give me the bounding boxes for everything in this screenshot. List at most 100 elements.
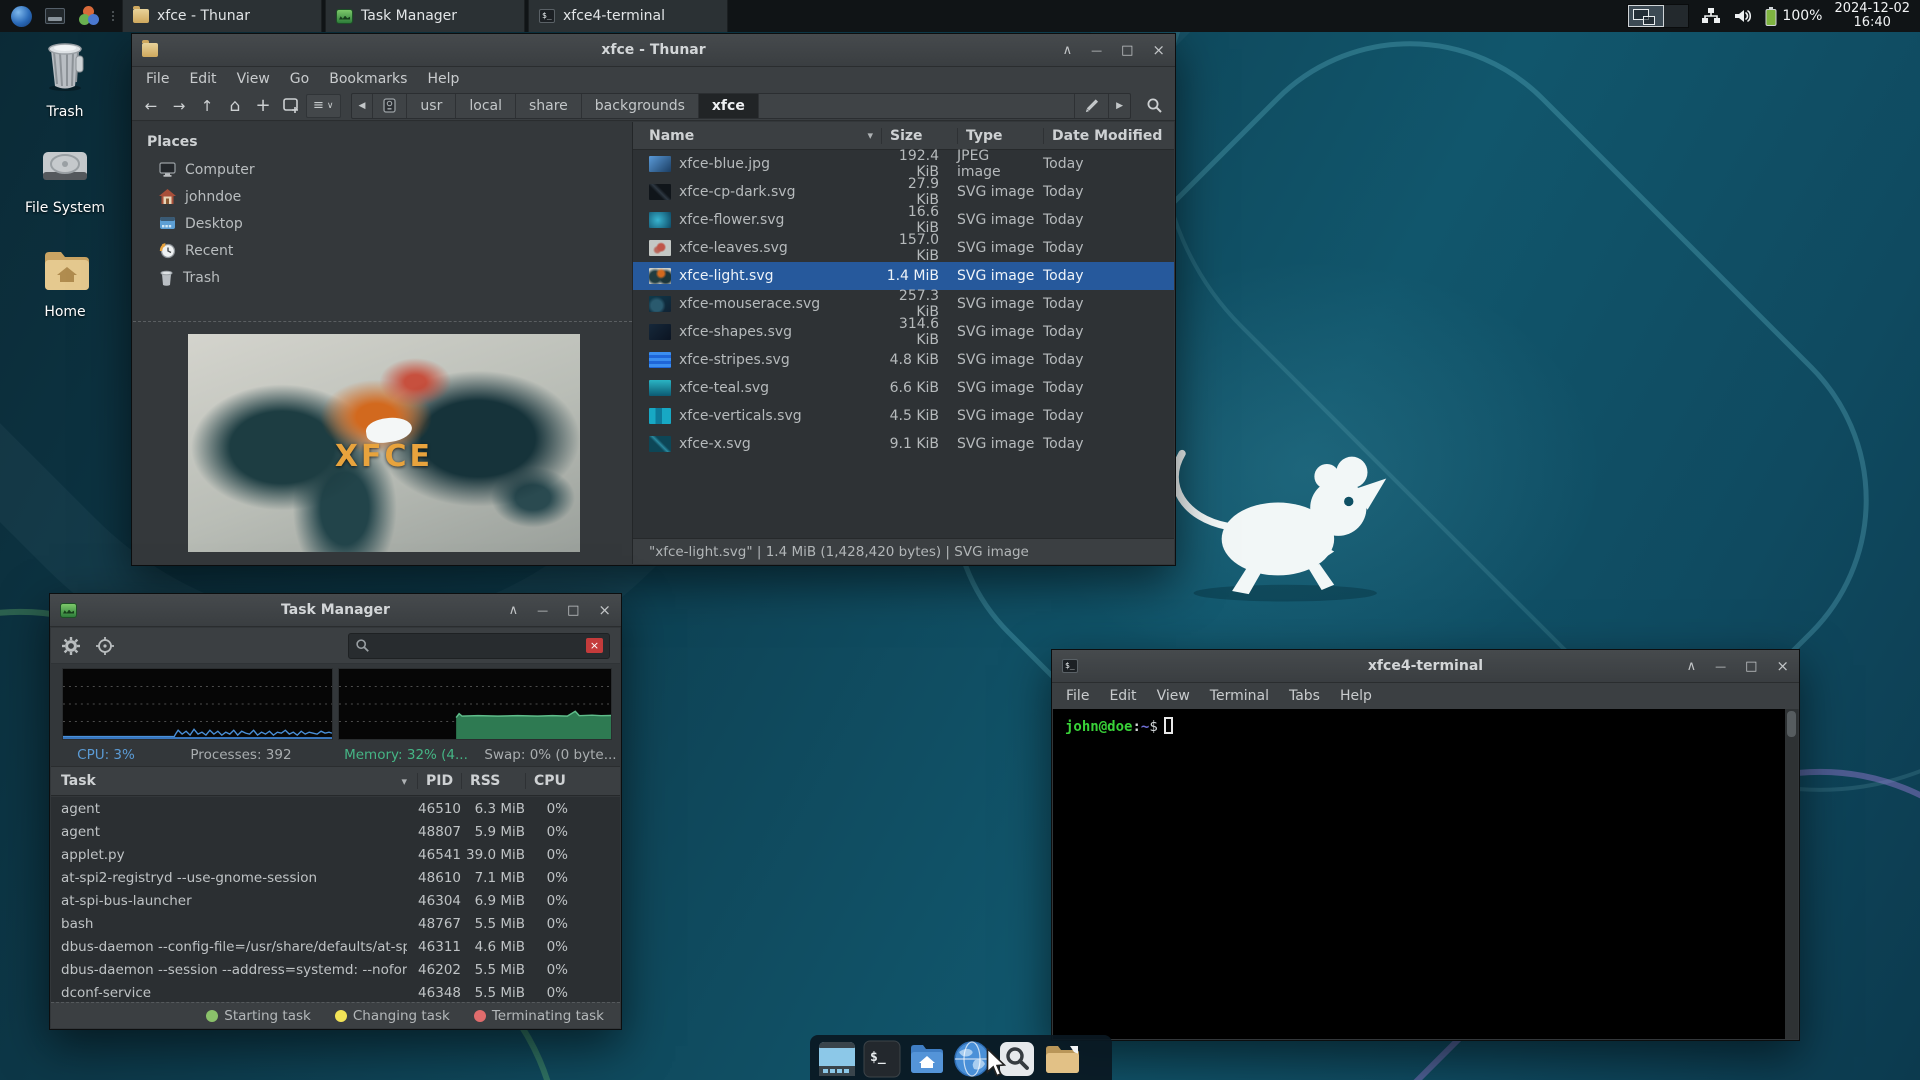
process-row[interactable]: agent 46510 6.3 MiB 0%: [51, 797, 620, 820]
close-button[interactable]: ×: [598, 594, 611, 627]
display-launcher-icon[interactable]: [42, 3, 68, 29]
file-row[interactable]: xfce-stripes.svg 4.8 KiB SVG image Today: [633, 346, 1174, 374]
place-desktop[interactable]: Desktop: [133, 210, 632, 237]
browser-launcher-icon[interactable]: [8, 3, 34, 29]
column-pid[interactable]: PID: [417, 773, 461, 789]
battery-indicator[interactable]: 100%: [1765, 6, 1822, 26]
menu-bookmarks[interactable]: Bookmarks: [321, 69, 415, 89]
workspace-switcher[interactable]: [1627, 4, 1690, 28]
taskbar-button-thunar[interactable]: xfce - Thunar: [122, 0, 322, 32]
column-rss[interactable]: RSS: [461, 773, 525, 789]
search-input[interactable]: [376, 637, 580, 654]
place-home[interactable]: johndoe: [133, 183, 632, 210]
place-trash[interactable]: Trash: [133, 264, 632, 291]
process-row[interactable]: at-spi-bus-launcher 46304 6.9 MiB 0%: [51, 889, 620, 912]
path-segment-current[interactable]: xfce: [698, 93, 759, 118]
maximize-button[interactable]: □: [567, 594, 579, 627]
process-row[interactable]: dconf-service 46348 5.5 MiB 0%: [51, 981, 620, 1002]
taskmanager-titlebar[interactable]: Task Manager ∧ — □ ×: [50, 594, 621, 627]
network-icon[interactable]: [1701, 7, 1721, 25]
path-segment[interactable]: local: [456, 93, 516, 118]
place-computer[interactable]: Computer: [133, 156, 632, 183]
path-scroll-right-icon[interactable]: ▶: [1109, 94, 1130, 118]
file-row[interactable]: xfce-shapes.svg 314.6 KiB SVG image Today: [633, 316, 1174, 348]
path-segment[interactable]: share: [516, 93, 582, 118]
view-selector[interactable]: ≡ ∨: [306, 93, 341, 118]
menu-view[interactable]: View: [1149, 686, 1198, 706]
menu-help[interactable]: Help: [1332, 686, 1380, 706]
file-row[interactable]: xfce-cp-dark.svg 27.9 KiB SVG image Today: [633, 176, 1174, 208]
scrollbar-thumb[interactable]: [1787, 711, 1796, 737]
up-button[interactable]: ↑: [194, 94, 220, 118]
search-field[interactable]: ×: [348, 632, 610, 659]
minimize-button[interactable]: —: [537, 594, 548, 627]
file-row[interactable]: xfce-leaves.svg 157.0 KiB SVG image Today: [633, 232, 1174, 264]
taskbar-button-taskmanager[interactable]: Task Manager: [325, 0, 525, 32]
thunar-titlebar[interactable]: xfce - Thunar ∧ — □ ×: [132, 34, 1175, 67]
home-button[interactable]: ⌂: [222, 94, 248, 118]
maximize-button[interactable]: □: [1745, 650, 1757, 683]
minimize-button[interactable]: —: [1091, 34, 1102, 67]
forward-button[interactable]: →: [166, 94, 192, 118]
new-window-button[interactable]: +: [250, 94, 276, 118]
menu-go[interactable]: Go: [282, 69, 317, 89]
path-segment[interactable]: backgrounds: [582, 93, 699, 118]
rollup-button[interactable]: ∧: [509, 594, 519, 627]
column-cpu[interactable]: CPU: [525, 773, 620, 789]
path-scroll-left-icon[interactable]: ◀: [352, 93, 374, 118]
menu-terminal[interactable]: Terminal: [1202, 686, 1277, 706]
file-row[interactable]: xfce-teal.svg 6.6 KiB SVG image Today: [633, 374, 1174, 402]
process-row[interactable]: bash 48767 5.5 MiB 0%: [51, 912, 620, 935]
process-row[interactable]: dbus-daemon --config-file=/usr/share/def…: [51, 935, 620, 958]
file-row[interactable]: xfce-flower.svg 16.6 KiB SVG image Today: [633, 204, 1174, 236]
menu-view[interactable]: View: [229, 69, 278, 89]
file-row[interactable]: xfce-mouserace.svg 257.3 KiB SVG image Toda…: [633, 288, 1174, 320]
close-button[interactable]: ×: [1776, 650, 1789, 683]
taskbar-button-terminal[interactable]: $_ xfce4-terminal: [528, 0, 728, 32]
maximize-button[interactable]: □: [1121, 34, 1133, 67]
identify-window-icon[interactable]: [95, 636, 115, 656]
dock-home-folder-icon[interactable]: [908, 1040, 946, 1078]
dock-terminal-icon[interactable]: $_: [863, 1040, 901, 1078]
rollup-button[interactable]: ∧: [1687, 650, 1697, 683]
process-row[interactable]: dbus-daemon --session --address=systemd:…: [51, 958, 620, 981]
clock[interactable]: 2024-12-02 16:40: [1834, 2, 1910, 30]
column-name[interactable]: Name ▾: [633, 128, 881, 144]
file-row[interactable]: xfce-blue.jpg 192.4 KiB JPEG image Today: [633, 148, 1174, 180]
rollup-button[interactable]: ∧: [1063, 34, 1073, 67]
menu-edit[interactable]: Edit: [1101, 686, 1144, 706]
back-button[interactable]: ←: [138, 94, 164, 118]
path-root-button[interactable]: [373, 93, 408, 118]
menu-edit[interactable]: Edit: [181, 69, 224, 89]
desktop-icon-trash[interactable]: Trash: [10, 38, 120, 120]
path-segment[interactable]: usr: [407, 93, 457, 118]
process-row[interactable]: agent 48807 5.9 MiB 0%: [51, 820, 620, 843]
column-date[interactable]: Date Modified: [1043, 127, 1174, 144]
menu-file[interactable]: File: [1058, 686, 1097, 706]
menu-help[interactable]: Help: [419, 69, 467, 89]
terminal-content[interactable]: john@doe:~$: [1053, 709, 1798, 1039]
column-task[interactable]: Task ▾: [51, 773, 417, 789]
file-row[interactable]: xfce-x.svg 9.1 KiB SVG image Today: [633, 430, 1174, 458]
process-row[interactable]: at-spi2-registryd --use-gnome-session 486…: [51, 866, 620, 889]
clear-search-icon[interactable]: ×: [586, 638, 603, 653]
desktop-icon-filesystem[interactable]: File System: [10, 142, 120, 216]
colors-launcher-icon[interactable]: [76, 3, 102, 29]
new-tab-button[interactable]: [278, 94, 304, 118]
close-button[interactable]: ×: [1152, 34, 1165, 67]
menu-tabs[interactable]: Tabs: [1281, 686, 1328, 706]
file-row[interactable]: xfce-verticals.svg 4.5 KiB SVG image Today: [633, 402, 1174, 430]
workspace-1[interactable]: [1628, 5, 1665, 27]
terminal-titlebar[interactable]: $_ xfce4-terminal ∧ — □ ×: [1052, 650, 1799, 683]
settings-gear-icon[interactable]: [61, 636, 81, 656]
workspace-2[interactable]: [1664, 5, 1689, 27]
column-size[interactable]: Size: [881, 127, 957, 144]
column-type[interactable]: Type: [957, 127, 1043, 144]
place-recent[interactable]: Recent: [133, 237, 632, 264]
minimize-button[interactable]: —: [1715, 650, 1726, 683]
process-row[interactable]: applet.py 46541 39.0 MiB 0%: [51, 843, 620, 866]
search-button[interactable]: [1139, 93, 1169, 119]
dock-file-manager-icon[interactable]: [1043, 1040, 1081, 1078]
dock-show-desktop-icon[interactable]: [818, 1040, 856, 1078]
volume-icon[interactable]: [1733, 7, 1753, 25]
